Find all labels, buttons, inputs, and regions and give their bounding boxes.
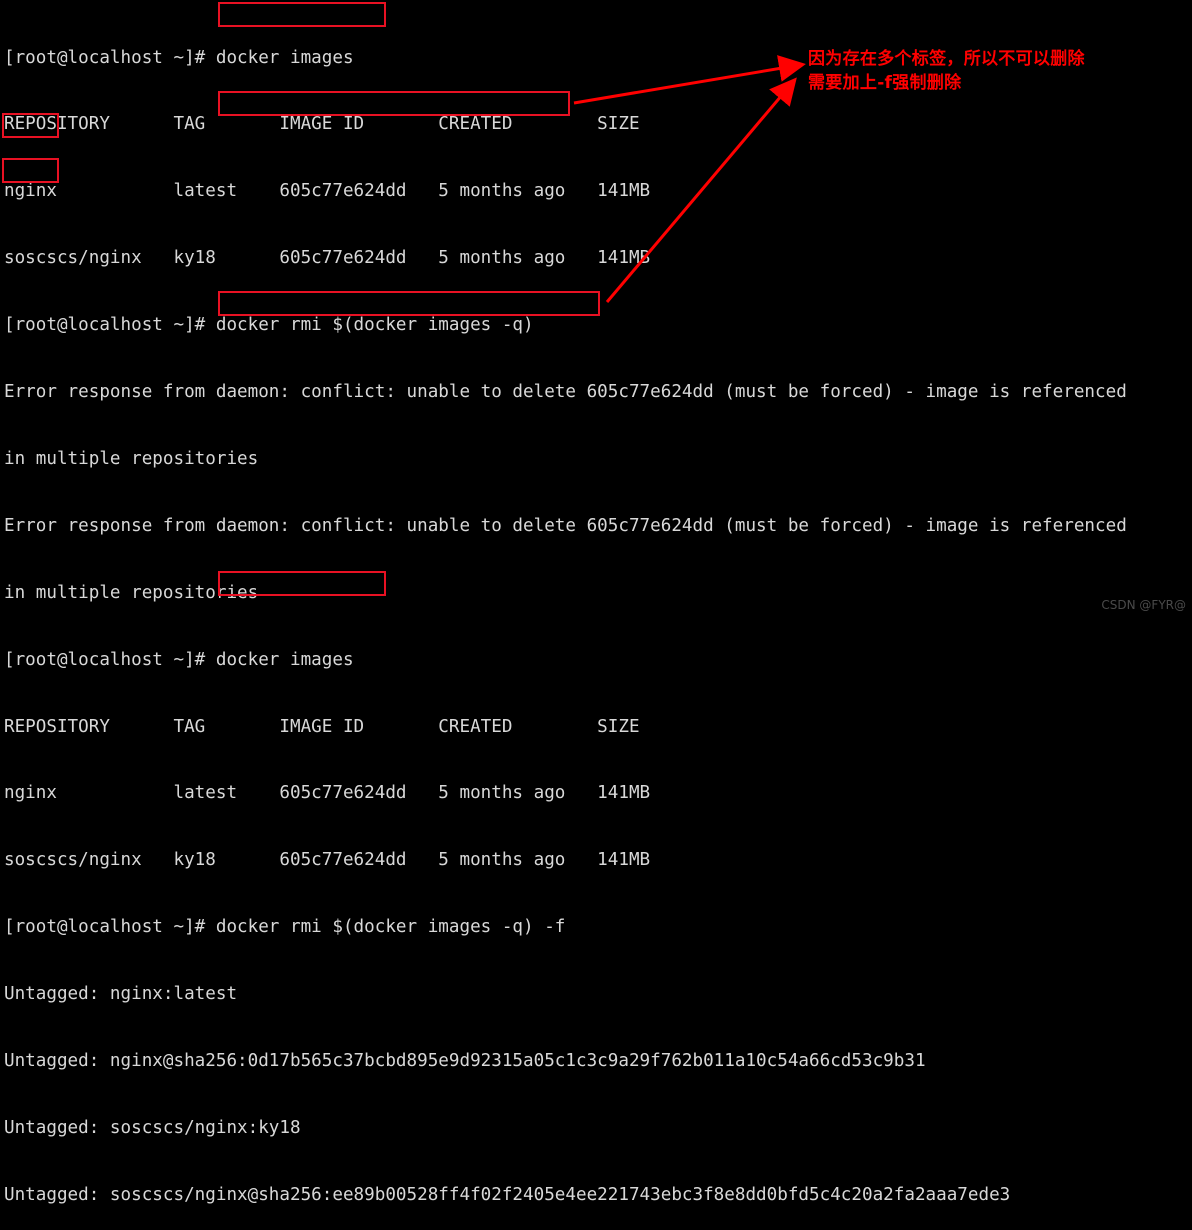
terminal-line: Untagged: nginx@sha256:0d17b565c37bcbd89… (4, 1050, 926, 1071)
terminal-line: in multiple repositories (4, 448, 259, 469)
annotation-note-2: 需要加上-f强制删除 (808, 73, 962, 93)
terminal-line: nginx latest 605c77e624dd 5 months ago 1… (4, 181, 651, 202)
terminal-line: soscscs/nginx ky18 605c77e624dd 5 months… (4, 248, 651, 269)
terminal-line: REPOSITORY TAG IMAGE ID CREATED SIZE (4, 716, 640, 737)
terminal-line: Error response from daemon: conflict: un… (4, 515, 1127, 536)
terminal-output[interactable]: [root@localhost ~]# docker images REPOSI… (0, 0, 1192, 1205)
terminal-line: [root@localhost ~]# docker rmi $(docker … (4, 315, 534, 336)
terminal-line: Untagged: nginx:latest (4, 984, 238, 1005)
terminal-line: in multiple repositories (4, 582, 259, 603)
terminal-line: Untagged: soscscs/nginx@sha256:ee89b0052… (4, 1184, 1011, 1205)
annotation-note-1: 因为存在多个标签，所以不可以删除 (808, 49, 1085, 69)
terminal-line: Untagged: soscscs/nginx:ky18 (4, 1117, 301, 1138)
csdn-watermark: CSDN @FYR@ (1101, 598, 1186, 612)
terminal-line: [root@localhost ~]# docker images (4, 649, 354, 670)
terminal-line: REPOSITORY TAG IMAGE ID CREATED SIZE (4, 114, 640, 135)
terminal-line: [root@localhost ~]# docker rmi $(docker … (4, 917, 566, 938)
terminal-line: nginx latest 605c77e624dd 5 months ago 1… (4, 783, 651, 804)
terminal-line: soscscs/nginx ky18 605c77e624dd 5 months… (4, 850, 651, 871)
terminal-line: Error response from daemon: conflict: un… (4, 382, 1127, 403)
